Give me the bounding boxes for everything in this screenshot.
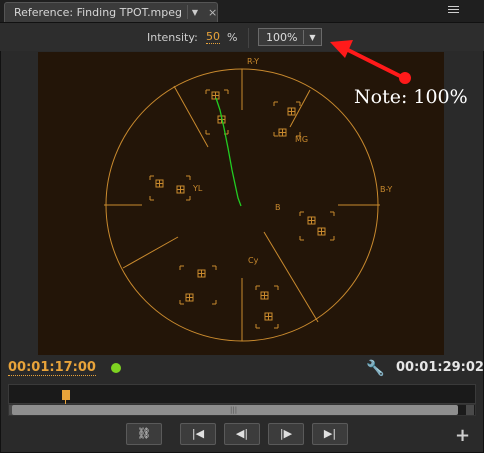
- duration-timecode: 00:01:29:02: [396, 360, 484, 375]
- current-timecode[interactable]: 00:01:17:00: [8, 360, 96, 376]
- scrollbar-right-handle[interactable]: [466, 405, 474, 415]
- annotation-note: Note: 100%: [354, 86, 468, 108]
- step-to-out-button[interactable]: ▶|: [312, 423, 348, 445]
- link-icon: ⛓: [137, 427, 151, 440]
- grip-icon: |||: [230, 406, 238, 414]
- add-button-plus-icon[interactable]: +: [455, 425, 470, 446]
- step-back-icon: ◀|: [235, 427, 249, 440]
- step-forward-icon: |▶: [279, 427, 293, 440]
- status-indicator-icon: [111, 363, 121, 373]
- timecode-bar: 00:01:17:00 🔧 00:01:29:02: [0, 356, 484, 380]
- step-to-in-button[interactable]: |◀: [180, 423, 216, 445]
- gang-to-source-button[interactable]: ⛓: [126, 423, 162, 445]
- time-ruler[interactable]: [8, 384, 476, 404]
- go-to-in-icon: |◀: [191, 427, 205, 440]
- step-back-button[interactable]: ◀|: [224, 423, 260, 445]
- wrench-icon[interactable]: 🔧: [366, 359, 385, 377]
- step-forward-button[interactable]: |▶: [268, 423, 304, 445]
- go-to-out-icon: ▶|: [323, 427, 337, 440]
- playhead-icon[interactable]: [62, 390, 70, 400]
